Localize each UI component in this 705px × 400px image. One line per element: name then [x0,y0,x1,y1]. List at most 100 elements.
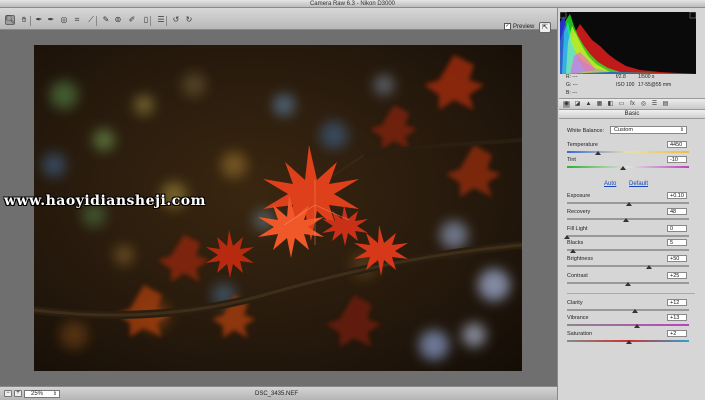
zoom-tool-icon[interactable]: 🔍︎ [5,15,15,25]
vibrance-slider-thumb[interactable] [633,324,640,328]
straighten-tool-icon[interactable]: ⟋ [86,15,96,25]
recovery-field[interactable]: 48 [667,208,687,215]
presets-tab-icon[interactable]: ☰ [651,101,658,108]
fill-light-slider-thumb[interactable] [564,235,570,239]
blacks-slider-thumb[interactable] [570,249,577,253]
toolbar-separator [30,16,31,26]
histogram-graph [560,12,696,74]
adjustment-brush-tool-icon[interactable]: ✐ [127,15,137,25]
contrast-slider-thumb[interactable] [625,282,631,286]
panel-divider [567,293,695,294]
title-bar: Camera Raw 6.3 - Nikon D3000 [0,0,705,8]
tint-label: Tint [567,157,576,163]
toolbar: 🔍︎ ✋︎ ✒ ✒ ◎ ⌗ ⟋ ✎ ⊚ ✐ ▯ ☰ ↺ ↻ ✓ Preview ⇱ [0,8,557,33]
status-bar: − + 25% ⇕ DSC_3435.NEF [0,386,557,400]
default-link[interactable]: Default [629,181,648,187]
g-value: --- [572,82,578,88]
zoom-out-button[interactable]: − [4,390,12,397]
brightness-field[interactable]: +50 [667,255,687,262]
rotate-ccw-tool-icon[interactable]: ↺ [171,15,181,25]
brightness-label: Brightness [567,256,593,262]
white-balance-value: Custom [614,127,633,133]
tone-curve-tab-icon[interactable]: ◪ [574,101,581,108]
toolbar-separator [96,16,97,26]
camera-info: f/2.8 1/500 s ISO 100 17-55@55 mm [616,73,671,89]
zoom-level-select[interactable]: 25% ⇕ [24,390,60,398]
fullscreen-button[interactable]: ⇱ [539,22,551,33]
saturation-label: Saturation [567,331,593,337]
r-value: --- [572,74,578,80]
tint-field[interactable]: -10 [667,156,687,163]
panel-tabs: ◉ ◪ ▲ ▦ ◧ ▭ fx ◎ ☰ ▤ [559,98,705,110]
fill-light-label: Fill Light [567,226,588,232]
recovery-slider-thumb[interactable] [622,218,629,222]
targeted-adjustment-tool-icon[interactable]: ◎ [59,15,69,25]
clarity-field[interactable]: +12 [667,299,687,306]
exposure-field[interactable]: +0.10 [667,192,687,199]
exposure-label: Exposure [567,193,591,199]
tint-slider-track[interactable] [567,166,689,168]
effects-tab-icon[interactable]: fx [629,101,636,108]
toolbar-separator [166,16,167,26]
snapshots-tab-icon[interactable]: ▤ [662,101,669,108]
white-balance-select[interactable]: Custom ⇕ [610,126,687,134]
blacks-slider-track[interactable] [567,249,689,251]
white-balance-dropdown-icon: ⇕ [679,127,684,133]
rotate-cw-tool-icon[interactable]: ↻ [184,15,194,25]
auto-link[interactable]: Auto [604,181,616,187]
contrast-field[interactable]: +25 [667,272,687,279]
white-balance-tool-icon[interactable]: ✒ [34,15,44,25]
b-value: --- [572,90,578,96]
adjustment-panel: R: --- G: --- B: --- f/2.8 1/500 s ISO 10… [557,8,705,400]
basic-tab-icon[interactable]: ◉ [563,101,570,108]
saturation-field[interactable]: +2 [667,330,687,337]
fill-light-field[interactable]: 0 [667,225,687,232]
temperature-field[interactable]: 4450 [667,141,687,148]
recovery-label: Recovery [567,209,591,215]
split-toning-tab-icon[interactable]: ◧ [607,101,614,108]
detail-tab-icon[interactable]: ▲ [585,101,592,108]
clarity-slider-track[interactable] [567,309,689,311]
red-eye-tool-icon[interactable]: ⊚ [113,15,123,25]
blacks-field[interactable]: 5 [667,239,687,246]
brightness-slider-thumb[interactable] [645,265,652,269]
saturation-slider-thumb[interactable] [626,340,633,344]
zoom-level-value: 25% [31,391,44,397]
panel-title: Basic [559,110,705,119]
exposure-slider-thumb[interactable] [626,202,633,206]
vibrance-slider-track[interactable] [567,324,689,326]
contrast-label: Contrast [567,273,588,279]
lens-tab-icon[interactable]: ▭ [618,101,625,108]
lens-value: 17-55@55 mm [638,82,672,88]
hand-tool-icon[interactable]: ✋︎ [19,15,29,25]
filename-label: DSC_3435.NEF [255,391,299,397]
g-label: G: [566,82,572,88]
clarity-slider-thumb[interactable] [632,309,639,313]
spot-removal-tool-icon[interactable]: ✎ [101,15,111,25]
zoom-in-button[interactable]: + [14,390,22,397]
hsl-tab-icon[interactable]: ▦ [596,101,603,108]
iso-value: ISO 100 [616,82,635,88]
temperature-slider-thumb[interactable] [594,151,601,155]
watermark-text: www.haoyidiansheji.com [4,193,206,209]
brightness-slider-track[interactable] [567,265,689,267]
zoom-dropdown-arrow-icon: ⇕ [52,391,57,397]
preferences-tool-icon[interactable]: ☰ [156,15,166,25]
b-label: B: [566,90,571,96]
color-sampler-tool-icon[interactable]: ✒ [46,15,56,25]
temperature-label: Temperature [567,142,598,148]
vibrance-label: Vibrance [567,315,589,321]
temperature-slider-track[interactable] [567,151,689,153]
vibrance-field[interactable]: +13 [667,314,687,321]
camera-calibration-tab-icon[interactable]: ◎ [640,101,647,108]
fill-light-slider-track[interactable] [567,235,689,237]
toolbar-separator [150,16,151,26]
preview-checkbox[interactable]: ✓ [504,23,511,30]
r-label: R: [566,74,571,80]
preview-label: Preview [513,23,535,30]
crop-tool-icon[interactable]: ⌗ [72,15,82,25]
preview-toggle[interactable]: ✓ Preview [504,23,534,30]
blacks-label: Blacks [567,240,584,246]
rgb-readout: R: --- G: --- B: --- [566,73,578,97]
tint-slider-thumb[interactable] [620,166,627,170]
